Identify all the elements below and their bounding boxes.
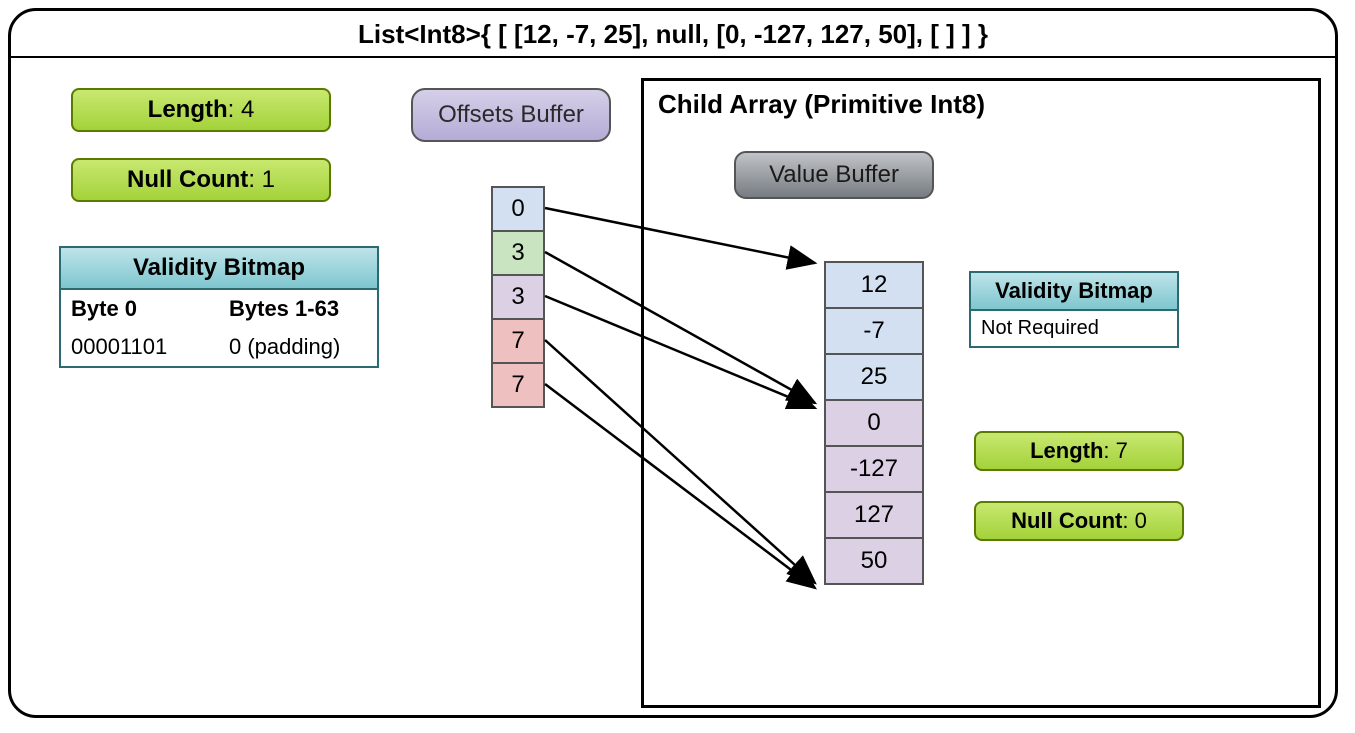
value-buffer-title: Value Buffer [734, 151, 934, 199]
parent-null-label: Null Count [127, 166, 248, 194]
value-cell: 0 [824, 399, 924, 447]
child-length-label: Length [1030, 438, 1103, 464]
parent-length-value: : 4 [228, 96, 255, 124]
child-nullcount-pill: Null Count : 0 [974, 501, 1184, 541]
offset-cell: 7 [491, 318, 545, 364]
value-cell: 50 [824, 537, 924, 585]
value-cell: 127 [824, 491, 924, 539]
parent-validity-title: Validity Bitmap [61, 248, 377, 290]
child-validity-body: Not Required [971, 311, 1177, 346]
offsets-buffer-title: Offsets Buffer [411, 88, 611, 142]
child-length-value: : 7 [1103, 438, 1127, 464]
parent-length-pill: Length : 4 [71, 88, 331, 132]
value-cell: -7 [824, 307, 924, 355]
offsets-stack: 0 3 3 7 7 [491, 186, 545, 408]
diagram-content: Length : 4 Null Count : 1 Validity Bitma… [11, 58, 1335, 712]
parent-length-label: Length [148, 96, 228, 124]
child-array-title: Child Array (Primitive Int8) [644, 81, 1318, 128]
parent-validity-byte0-val: 00001101 [61, 328, 219, 366]
child-validity-box: Validity Bitmap Not Required [969, 271, 1179, 348]
parent-validity-bytes1-hdr: Bytes 1-63 [219, 290, 377, 328]
offset-cell: 3 [491, 274, 545, 320]
diagram-title: List<Int8>{ [ [12, -7, 25], null, [0, -1… [11, 11, 1335, 58]
child-validity-title: Validity Bitmap [971, 273, 1177, 311]
value-cell: 25 [824, 353, 924, 401]
parent-nullcount-pill: Null Count : 1 [71, 158, 331, 202]
child-length-pill: Length : 7 [974, 431, 1184, 471]
offset-cell: 0 [491, 186, 545, 232]
child-null-value: : 0 [1122, 508, 1146, 534]
parent-validity-header-row: Byte 0 Bytes 1-63 [61, 290, 377, 328]
child-null-label: Null Count [1011, 508, 1122, 534]
child-array-box: Child Array (Primitive Int8) Value Buffe… [641, 78, 1321, 708]
parent-null-value: : 1 [248, 166, 275, 194]
offset-cell: 3 [491, 230, 545, 276]
offset-cell: 7 [491, 362, 545, 408]
value-cell: -127 [824, 445, 924, 493]
parent-validity-table: Validity Bitmap Byte 0 Bytes 1-63 000011… [59, 246, 379, 368]
parent-validity-bytes1-val: 0 (padding) [219, 328, 377, 366]
value-buffer-stack: 12 -7 25 0 -127 127 50 [824, 261, 924, 585]
value-cell: 12 [824, 261, 924, 309]
parent-validity-byte0-hdr: Byte 0 [61, 290, 219, 328]
parent-validity-value-row: 00001101 0 (padding) [61, 328, 377, 366]
diagram-outer: List<Int8>{ [ [12, -7, 25], null, [0, -1… [8, 8, 1338, 718]
